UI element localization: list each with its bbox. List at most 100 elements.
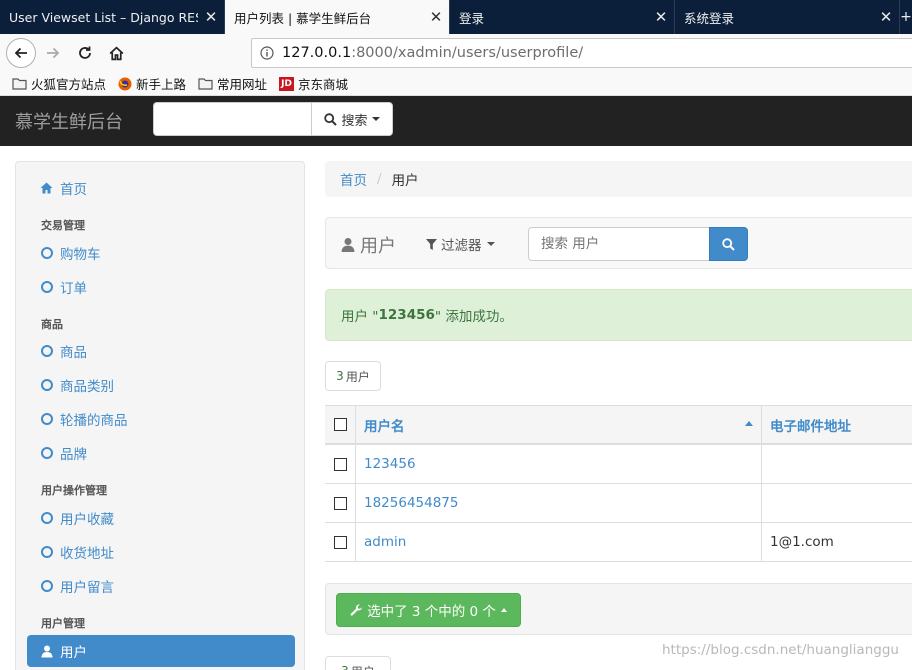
- sidebar-item-label: 用户: [60, 645, 87, 661]
- circle-icon: [40, 281, 53, 293]
- search-button-label: 搜索: [341, 113, 368, 129]
- column-header-email[interactable]: 电子邮件地址: [762, 406, 912, 443]
- close-icon[interactable]: ✕: [648, 8, 674, 26]
- sidebar-item-messages[interactable]: 用户留言: [27, 570, 295, 602]
- alert-username: 123456: [378, 307, 435, 323]
- user-search-input[interactable]: [528, 227, 710, 261]
- folder-icon: [12, 77, 27, 90]
- username-link[interactable]: 18256454875: [364, 495, 458, 511]
- breadcrumb-separator: /: [377, 171, 382, 187]
- sidebar-item-label: 收货地址: [60, 546, 114, 562]
- bulk-actions-button[interactable]: 选中了 3 个中的 0 个: [336, 593, 521, 627]
- email-cell: [762, 445, 912, 483]
- navigation-bar: 127.0.0.1:8000/xadmin/users/userprofile/: [0, 34, 912, 72]
- bookmark-jd[interactable]: JD 京东商城: [279, 74, 348, 93]
- username-link[interactable]: admin: [364, 534, 406, 550]
- sidebar-item-label: 首页: [60, 182, 87, 198]
- circle-icon: [40, 413, 53, 425]
- tab-title: 登录: [459, 10, 485, 26]
- new-tab-button[interactable]: +: [900, 0, 912, 34]
- row-select-cell: [325, 445, 356, 483]
- username-cell: 123456: [356, 445, 762, 483]
- row-checkbox[interactable]: [333, 457, 347, 471]
- sidebar-item-label: 订单: [60, 281, 87, 297]
- caret-up-icon: [500, 608, 507, 612]
- bookmark-getting-started[interactable]: 新手上路: [118, 74, 186, 93]
- filter-icon: [426, 238, 437, 250]
- sidebar-section-header: 交易管理: [41, 219, 85, 232]
- bookmark-label: 新手上路: [136, 77, 187, 92]
- sort-asc-icon[interactable]: [745, 421, 753, 426]
- bulk-actions-bar: 选中了 3 个中的 0 个: [325, 583, 912, 635]
- sidebar-item-banner-goods[interactable]: 轮播的商品: [27, 403, 295, 435]
- breadcrumb-home-link[interactable]: 首页: [340, 169, 367, 189]
- tab-system-login[interactable]: 系统登录 ✕: [675, 0, 900, 34]
- circle-icon: [40, 546, 53, 558]
- caret-down-icon: [371, 117, 380, 121]
- column-header-label: 电子邮件地址: [770, 418, 851, 435]
- close-icon[interactable]: ✕: [873, 8, 899, 26]
- breadcrumb-current: 用户: [391, 173, 419, 189]
- alert-prefix: 用户 ": [341, 309, 379, 325]
- username-link[interactable]: 123456: [364, 456, 416, 472]
- sidebar-item-cart[interactable]: 购物车: [27, 237, 295, 269]
- select-all-checkbox[interactable]: [333, 418, 347, 431]
- sidebar-item-home[interactable]: 首页: [27, 172, 295, 204]
- tab-django-rest[interactable]: User Viewset List – Django REST ✕: [0, 0, 225, 34]
- table-row: admin 1@1.com: [325, 523, 912, 562]
- sidebar-item-label: 轮播的商品: [60, 413, 128, 429]
- caret-down-icon: [486, 242, 495, 246]
- sidebar-item-label: 商品: [60, 345, 87, 361]
- info-icon[interactable]: [252, 46, 282, 60]
- row-select-cell: [325, 523, 356, 561]
- sidebar-item-orders[interactable]: 订单: [27, 271, 295, 303]
- global-search-button[interactable]: 搜索: [311, 102, 393, 136]
- email-cell: [762, 484, 912, 522]
- sidebar-item-users[interactable]: 用户: [27, 635, 295, 667]
- bookmark-common-sites[interactable]: 常用网址: [198, 74, 267, 93]
- row-select-cell: [325, 484, 356, 522]
- sidebar-item-label: 用户留言: [60, 580, 114, 596]
- sidebar-item-label: 购物车: [60, 247, 101, 263]
- arrow-left-icon: [14, 47, 27, 59]
- url-bar[interactable]: 127.0.0.1:8000/xadmin/users/userprofile/: [251, 38, 912, 68]
- page-title-text: 用户: [360, 236, 396, 257]
- brand[interactable]: 慕学生鲜后台: [15, 108, 123, 134]
- close-icon[interactable]: ✕: [198, 8, 224, 26]
- table-row: 18256454875: [325, 484, 912, 523]
- site-header: 慕学生鲜后台 搜索: [0, 96, 912, 146]
- bookmark-label: 火狐官方站点: [31, 77, 107, 92]
- filter-label: 过滤器: [441, 238, 482, 254]
- result-count: 3 用户: [325, 361, 381, 391]
- circle-icon: [40, 345, 53, 357]
- sidebar-item-goods[interactable]: 商品: [27, 335, 295, 367]
- global-search-input[interactable]: [153, 102, 311, 136]
- close-icon[interactable]: ✕: [423, 8, 449, 26]
- tab-user-list[interactable]: 用户列表 | 慕学生鲜后台 ✕: [225, 0, 450, 34]
- folder-icon: [198, 77, 213, 90]
- sidebar-item-favorites[interactable]: 用户收藏: [27, 502, 295, 534]
- tab-login[interactable]: 登录 ✕: [450, 0, 675, 34]
- home-button[interactable]: [101, 38, 131, 68]
- search-icon: [324, 112, 338, 126]
- sidebar-item-brand[interactable]: 品牌: [27, 437, 295, 469]
- sidebar-item-address[interactable]: 收货地址: [27, 536, 295, 568]
- user-search-button[interactable]: [709, 227, 748, 261]
- back-button[interactable]: [6, 38, 36, 68]
- column-header-username[interactable]: 用户名: [356, 406, 762, 443]
- forward-button[interactable]: [38, 38, 68, 68]
- arrow-right-icon: [47, 47, 60, 59]
- circle-icon: [40, 247, 53, 259]
- tab-title: User Viewset List – Django REST: [9, 9, 198, 25]
- row-checkbox[interactable]: [333, 535, 347, 549]
- bookmark-firefox-official[interactable]: 火狐官方站点: [12, 74, 106, 93]
- result-count-number: 3: [341, 664, 349, 670]
- reload-button[interactable]: [70, 38, 100, 68]
- row-checkbox[interactable]: [333, 496, 347, 510]
- sidebar-section-header: 用户操作管理: [41, 484, 107, 497]
- filter-dropdown[interactable]: 过滤器: [426, 234, 495, 254]
- sidebar-section-header: 用户管理: [41, 617, 85, 630]
- table-row: 123456: [325, 445, 912, 484]
- username-cell: 18256454875: [356, 484, 762, 522]
- sidebar-item-goods-category[interactable]: 商品类别: [27, 369, 295, 401]
